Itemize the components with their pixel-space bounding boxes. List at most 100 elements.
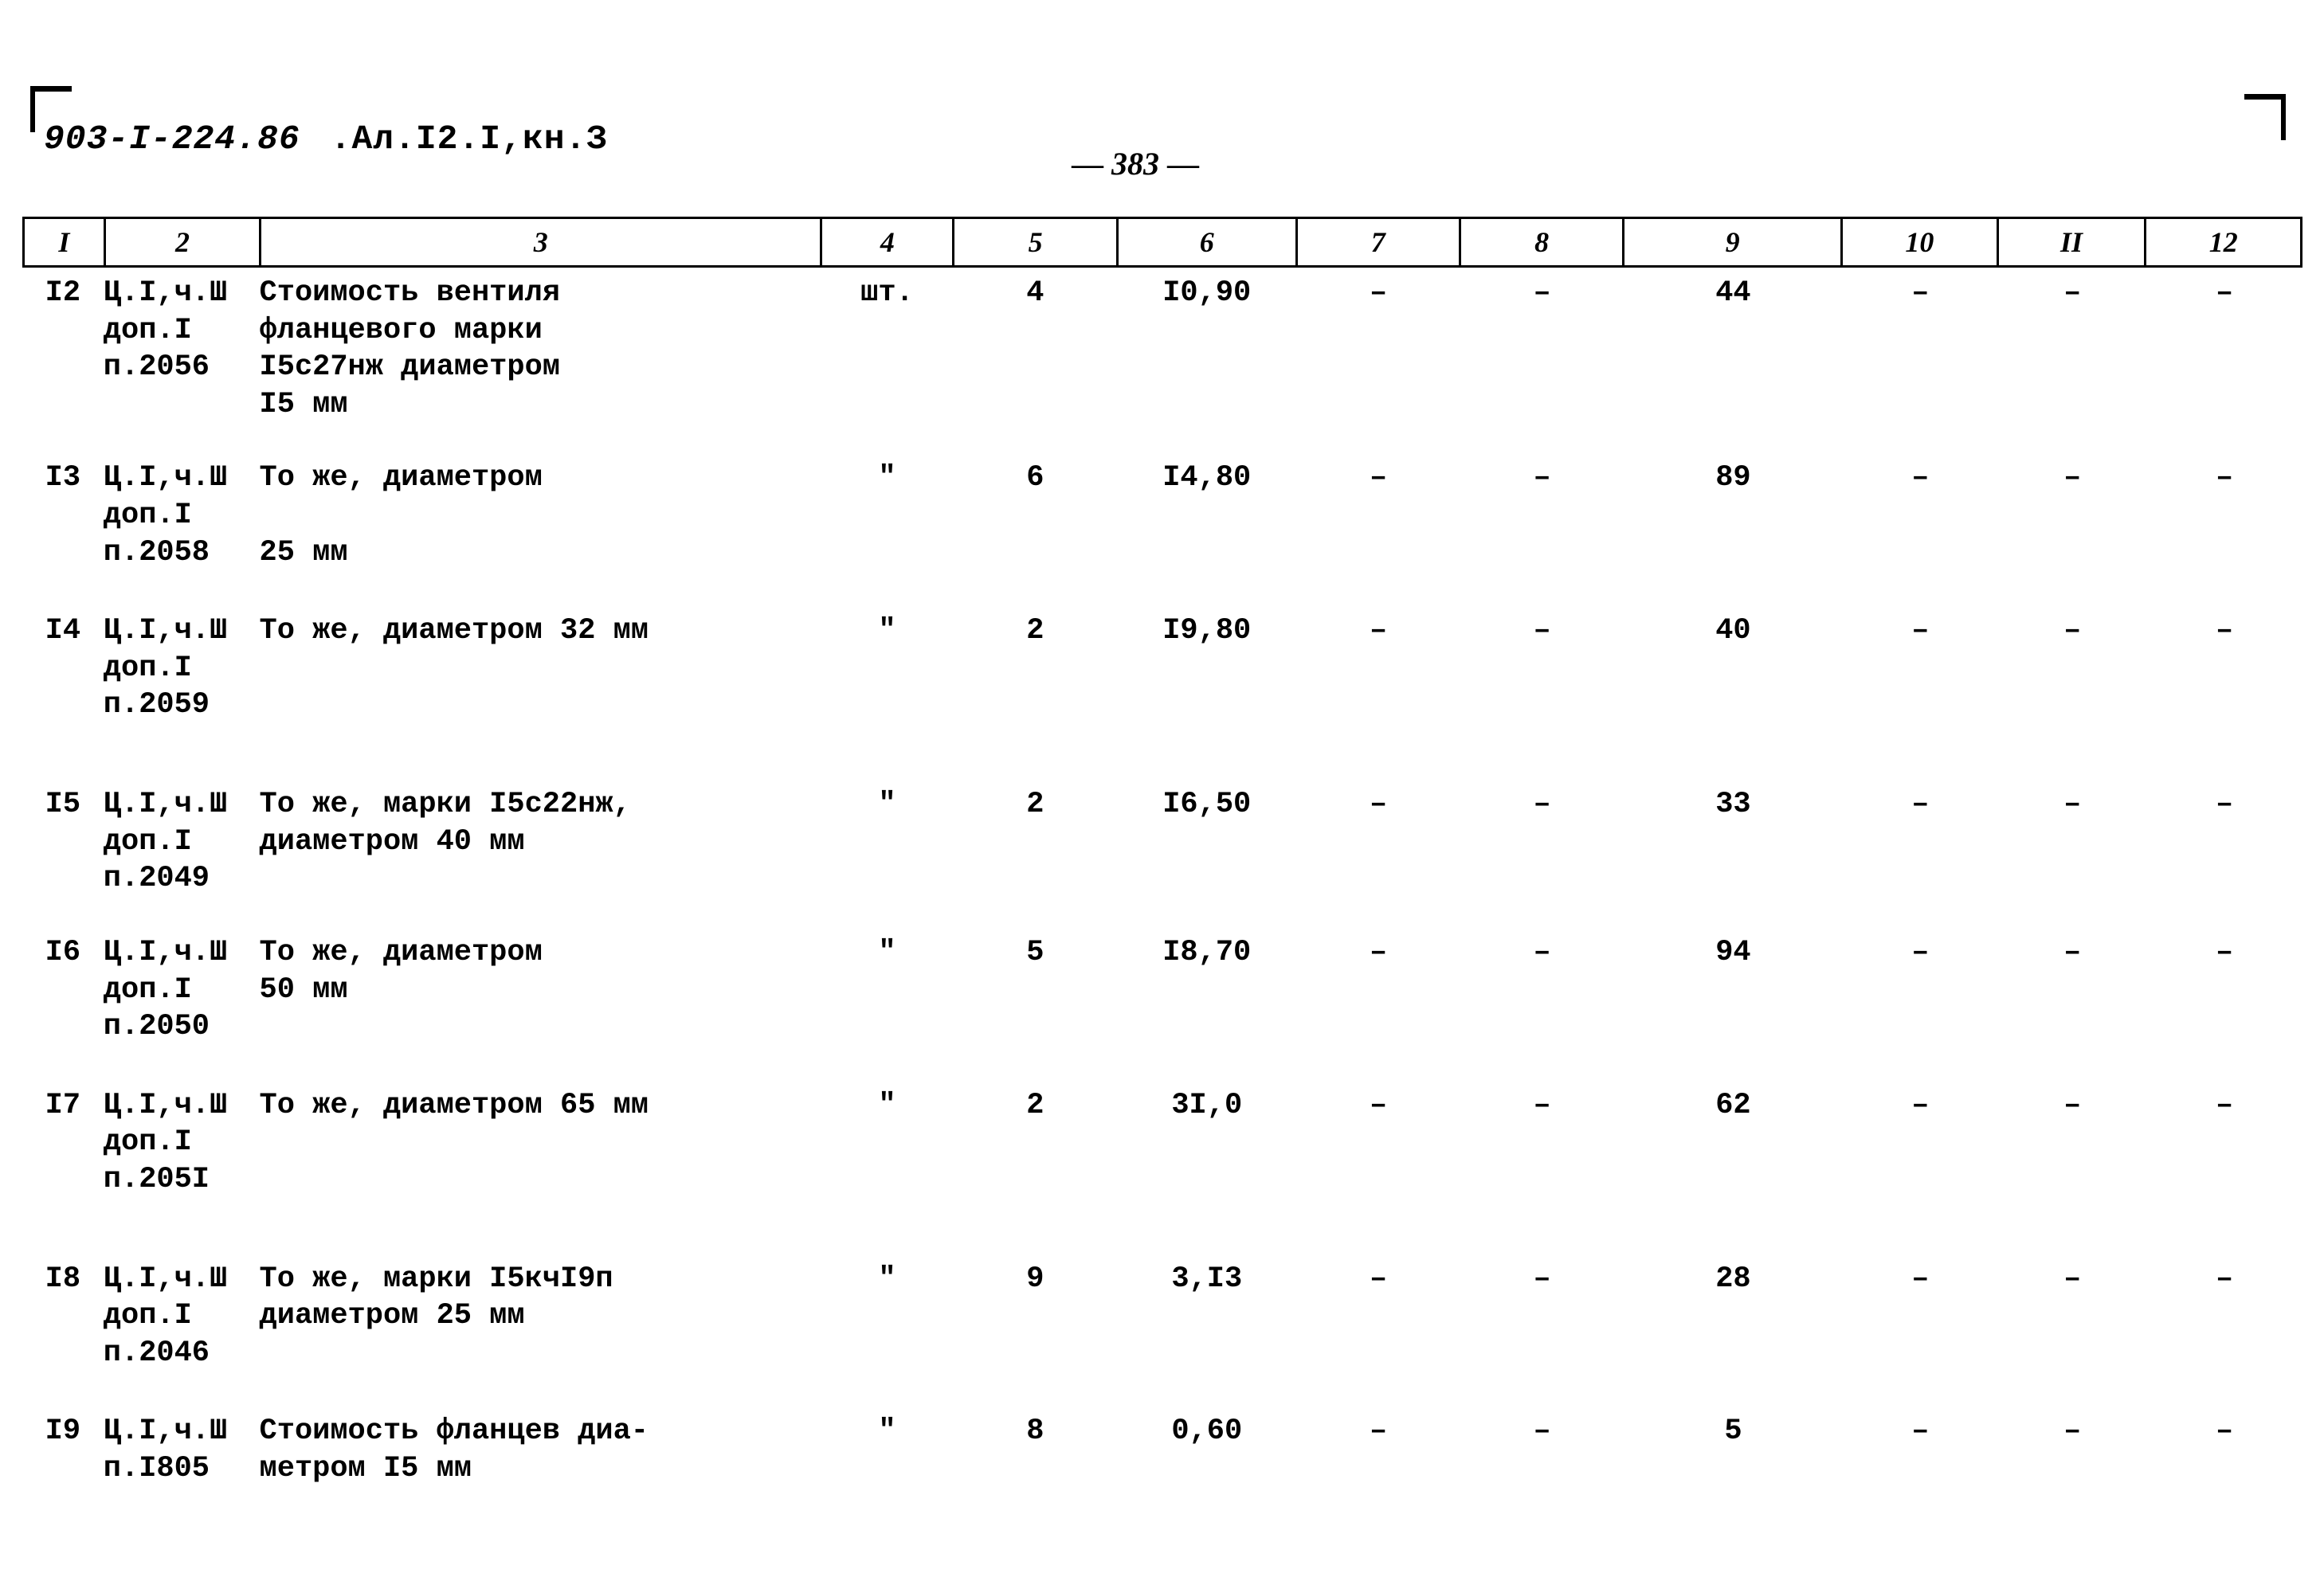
row-spacer — [22, 1046, 2302, 1087]
row-unit-cell: " — [878, 788, 896, 822]
row-quantity-cell: 9 — [1026, 1262, 1044, 1296]
column-header-6: 6 — [1115, 217, 1298, 268]
row-col8-cell: – — [1533, 935, 1551, 969]
row-col10-cell: – — [1911, 1415, 1930, 1449]
table-row: I7 Ц.I,ч.Ш доп.I п.205I То же, диаметром 6… — [22, 1087, 2302, 1199]
row-col12-cell: – — [2215, 1262, 2234, 1296]
row-description-cell: Стоимость вентиля фланцевого марки I5с27… — [259, 276, 560, 421]
row-spacer — [22, 1199, 2302, 1261]
row-total-cell: 28 — [1715, 1262, 1751, 1296]
column-header-2: 2 — [103, 217, 262, 268]
row-col7-cell: – — [1369, 1415, 1388, 1449]
row-unit-cell: " — [878, 614, 896, 648]
row-number-cell: I6 — [45, 935, 81, 969]
row-unit-cell: шт. — [860, 276, 914, 310]
table-row: I2 Ц.I,ч.Ш доп.I п.2056 Стоимость вентиля … — [22, 275, 2302, 423]
row-col11-cell: – — [2063, 1262, 2082, 1296]
row-col10-cell: – — [1911, 614, 1930, 648]
row-reference-cell: Ц.I,ч.Ш доп.I п.2046 — [103, 1262, 228, 1370]
table-header-grid: I 2 3 4 5 6 7 8 9 10 II 12 — [22, 217, 2302, 268]
row-spacer — [22, 898, 2302, 934]
column-header-12: 12 — [2144, 217, 2302, 268]
row-number-cell: I9 — [45, 1415, 81, 1449]
row-total-cell: 62 — [1715, 1088, 1751, 1122]
row-total-cell: 40 — [1715, 614, 1751, 648]
column-header-8: 8 — [1458, 217, 1625, 268]
page-number-value: 383 — [1111, 146, 1159, 182]
table-row: I8 Ц.I,ч.Ш доп.I п.2046 То же, марки I5кчI… — [22, 1261, 2302, 1372]
row-unit-cell: " — [878, 1415, 896, 1449]
row-reference-cell: Ц.I,ч.Ш доп.I п.205I — [103, 1088, 228, 1196]
row-price-cell: I8,70 — [1162, 935, 1252, 969]
row-price-cell: 3I,0 — [1171, 1088, 1243, 1122]
row-col8-cell: – — [1533, 1262, 1551, 1296]
row-col7-cell: – — [1369, 1262, 1388, 1296]
column-header-4: 4 — [820, 217, 955, 268]
table-row: I6 Ц.I,ч.Ш доп.I п.2050 То же, диаметром 5… — [22, 934, 2302, 1046]
row-col10-cell: – — [1911, 1088, 1930, 1122]
row-col11-cell: – — [2063, 461, 2082, 495]
row-col7-cell: – — [1369, 1088, 1388, 1122]
row-col12-cell: – — [2215, 935, 2234, 969]
column-header-11: II — [1996, 217, 2147, 268]
column-header-7: 7 — [1295, 217, 1461, 268]
row-price-cell: 0,60 — [1171, 1415, 1243, 1449]
row-quantity-cell: 2 — [1026, 788, 1044, 822]
document-page: 903-I-224.86 .Ал.I2.I,кн.З — 383 — I 2 3… — [0, 0, 2324, 1581]
row-price-cell: I9,80 — [1162, 614, 1252, 648]
row-col11-cell: – — [2063, 1088, 2082, 1122]
row-number-cell: I7 — [45, 1088, 81, 1122]
row-total-cell: 33 — [1715, 788, 1751, 822]
table-row: I4 Ц.I,ч.Ш доп.I п.2059 То же, диаметром 3… — [22, 612, 2302, 724]
row-col11-cell: – — [2063, 614, 2082, 648]
column-header-3: 3 — [259, 217, 823, 268]
row-number-cell: I4 — [45, 614, 81, 648]
row-total-cell: 5 — [1724, 1415, 1742, 1449]
row-price-cell: 3,I3 — [1171, 1262, 1243, 1296]
row-col7-cell: – — [1369, 788, 1388, 822]
row-unit-cell: " — [878, 1262, 896, 1296]
row-col8-cell: – — [1533, 614, 1551, 648]
row-price-cell: I0,90 — [1162, 276, 1252, 310]
table-row: I3 Ц.I,ч.Ш доп.I п.2058 То же, диаметром 2… — [22, 460, 2302, 571]
row-total-cell: 89 — [1715, 461, 1751, 495]
column-header-10: 10 — [1840, 217, 1999, 268]
row-description-cell: То же, диаметром 50 мм — [259, 935, 543, 1007]
row-spacer — [22, 1372, 2302, 1413]
row-number-cell: I8 — [45, 1262, 81, 1296]
row-reference-cell: Ц.I,ч.Ш доп.I п.2049 — [103, 788, 228, 896]
table-header-row: I 2 3 4 5 6 7 8 9 10 II 12 — [22, 217, 2302, 268]
row-quantity-cell: 6 — [1026, 461, 1044, 495]
row-reference-cell: Ц.I,ч.Ш доп.I п.2058 — [103, 461, 228, 569]
document-code: 903-I-224.86 — [44, 119, 300, 158]
row-unit-cell: " — [878, 1088, 896, 1122]
table-row: I5 Ц.I,ч.Ш доп.I п.2049 То же, марки I5с22… — [22, 786, 2302, 898]
row-number-cell: I5 — [45, 788, 81, 822]
column-header-9: 9 — [1622, 217, 1844, 268]
row-total-cell: 94 — [1715, 935, 1751, 969]
row-description-cell: То же, диаметром 25 мм — [259, 461, 543, 569]
row-quantity-cell: 8 — [1026, 1415, 1044, 1449]
row-quantity-cell: 4 — [1026, 276, 1044, 310]
row-number-cell: I3 — [45, 461, 81, 495]
row-col7-cell: – — [1369, 276, 1388, 310]
row-col11-cell: – — [2063, 935, 2082, 969]
row-col11-cell: – — [2063, 788, 2082, 822]
row-col10-cell: – — [1911, 935, 1930, 969]
table-body: I2 Ц.I,ч.Ш доп.I п.2056 Стоимость вентиля … — [22, 275, 2302, 1488]
row-col12-cell: – — [2215, 614, 2234, 648]
row-spacer — [22, 724, 2302, 786]
row-spacer — [22, 423, 2302, 460]
row-reference-cell: Ц.I,ч.Ш п.I805 — [103, 1415, 228, 1486]
document-header: 903-I-224.86 .Ал.I2.I,кн.З — [44, 119, 608, 158]
row-col12-cell: – — [2215, 461, 2234, 495]
table-row: I9 Ц.I,ч.Ш п.I805 Стоимость фланцев диа- м… — [22, 1413, 2302, 1487]
column-header-1: I — [22, 217, 106, 268]
row-col10-cell: – — [1911, 276, 1930, 310]
row-col10-cell: – — [1911, 461, 1930, 495]
row-col12-cell: – — [2215, 1415, 2234, 1449]
row-unit-cell: " — [878, 935, 896, 969]
row-total-cell: 44 — [1715, 276, 1751, 310]
row-price-cell: I4,80 — [1162, 461, 1252, 495]
row-quantity-cell: 5 — [1026, 935, 1044, 969]
